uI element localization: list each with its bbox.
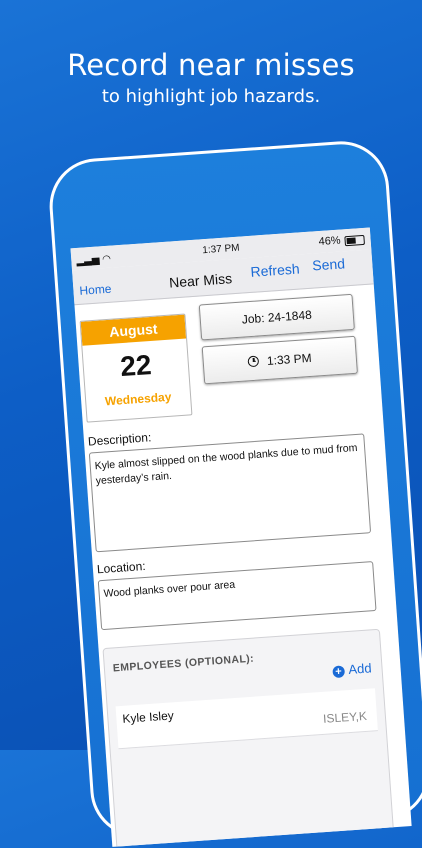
description-field[interactable]: Kyle almost slipped on the wood planks d… — [88, 433, 372, 553]
calendar-weekday: Wednesday — [104, 389, 172, 409]
employee-row[interactable]: Kyle Isley ISLEY,K — [115, 688, 378, 750]
send-button[interactable]: Send — [312, 255, 346, 273]
calendar-day: 22 — [119, 349, 153, 383]
location-label: Location: — [96, 558, 147, 577]
clock-icon — [247, 355, 260, 368]
employee-name: Kyle Isley — [121, 708, 175, 726]
description-label: Description: — [87, 430, 152, 449]
battery-icon — [344, 234, 365, 247]
home-back-button[interactable]: Home — [79, 282, 112, 298]
near-miss-form: August 22 Wednesday Job: 24-1848 1:33 PM… — [74, 284, 411, 847]
battery-percent: 46% — [318, 234, 342, 249]
employee-code: ISLEY,K — [322, 708, 368, 726]
promo-subline: to highlight job hazards. — [101, 86, 321, 107]
employees-panel: EMPLOYEES (OPTIONAL): + Add Kyle Isley IS… — [102, 628, 394, 847]
add-employee-label: Add — [347, 660, 373, 678]
job-button[interactable]: Job: 24-1848 — [198, 293, 355, 341]
plus-circle-icon: + — [332, 665, 345, 679]
job-button-label: Job: 24-1848 — [241, 307, 313, 327]
time-button-label: 1:33 PM — [266, 350, 313, 368]
phone-mockup: ▂▃▅ ◠ 1:37 PM 46% Home Near Miss Refresh… — [46, 138, 422, 847]
app-screen: ▂▃▅ ◠ 1:37 PM 46% Home Near Miss Refresh… — [70, 227, 412, 847]
page-title: Near Miss — [168, 270, 233, 291]
time-button[interactable]: 1:33 PM — [201, 335, 358, 385]
date-picker[interactable]: August 22 Wednesday — [79, 313, 193, 423]
employees-header: EMPLOYEES (OPTIONAL): — [112, 652, 255, 675]
calendar-month: August — [80, 314, 187, 346]
add-employee-button[interactable]: + Add — [332, 660, 373, 679]
promo-headline: Record near misses — [67, 48, 355, 82]
refresh-button[interactable]: Refresh — [250, 260, 300, 279]
